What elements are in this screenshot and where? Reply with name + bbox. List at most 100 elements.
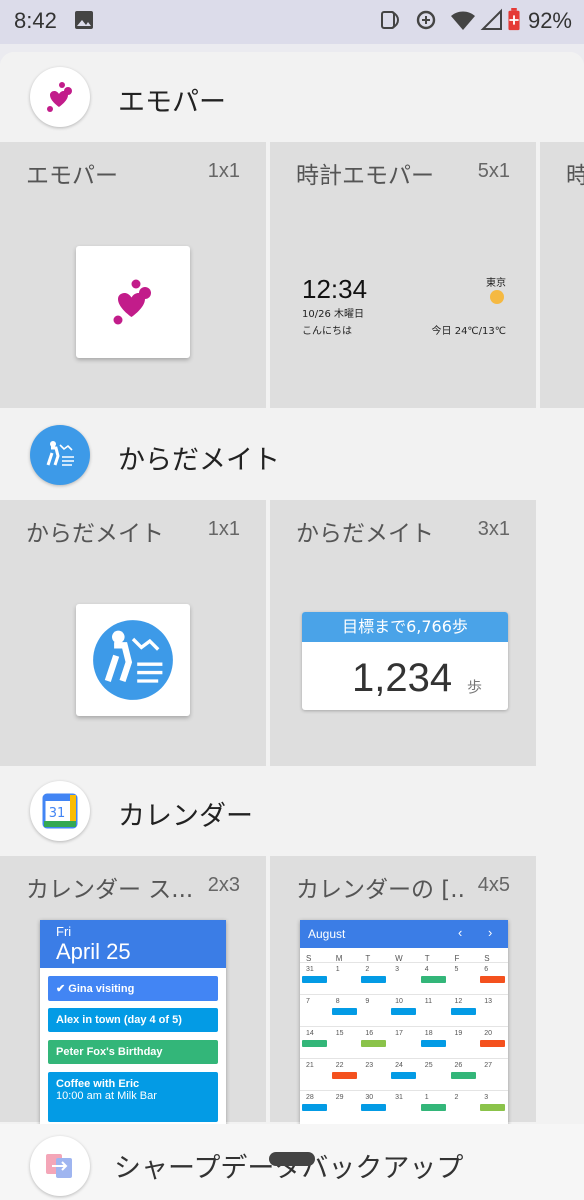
day-number: 16 <box>365 1030 374 1037</box>
day-number: 22 <box>335 1062 344 1069</box>
agenda-dow: Fri <box>56 924 72 939</box>
day-number: 10 <box>395 998 403 1005</box>
day-number: 3 <box>395 966 399 973</box>
event-chip <box>480 1104 506 1111</box>
widget-preview <box>76 246 190 358</box>
widget-row-karada: からだメイト 1x1 からだメイト 3x1 目標まで6,766歩 1,234 歩 <box>0 500 584 766</box>
widget-name: カレンダーの [... <box>296 877 466 903</box>
event-chip <box>361 1040 387 1047</box>
widget-name: 時計エモパー <box>296 163 434 189</box>
event-chip <box>331 1008 357 1015</box>
event-chip <box>302 1040 327 1047</box>
widget-tile-partial[interactable]: 時 <box>540 142 584 408</box>
day-number: 20 <box>484 1030 492 1037</box>
grid-line <box>300 962 508 963</box>
day-number: 19 <box>454 1030 463 1037</box>
status-bar: 8:42 92% <box>0 0 584 44</box>
day-number: 29 <box>335 1094 344 1101</box>
gallery-icon <box>75 11 93 29</box>
app-header-emopa: エモパー <box>0 52 584 142</box>
widget-tile-karada-1x1[interactable]: からだメイト 1x1 <box>0 500 266 766</box>
day-number: 2 <box>365 966 370 973</box>
month-name: August <box>308 927 346 941</box>
day-number: 2 <box>454 1094 459 1101</box>
month-preview: August ‹ › S M T W T F S 31 1 2 3 4 5 6 7 8 9 10 11 12 13 14 1… <box>300 920 508 1130</box>
day-number: 6 <box>484 966 489 973</box>
step-goal: 目標まで6,766歩 <box>302 612 508 642</box>
nfc-icon <box>381 11 400 29</box>
signal-icon <box>480 8 502 30</box>
widget-size: 2x3 <box>207 874 240 896</box>
widget-preview <box>76 604 190 716</box>
karada-mate-app-icon <box>30 425 90 485</box>
event-chip <box>302 976 327 983</box>
step-counter-preview: 目標まで6,766歩 1,234 歩 <box>302 612 508 710</box>
day-number: 3 <box>484 1094 489 1101</box>
agenda-event: ✔ Gina visiting <box>48 976 218 1001</box>
widget-tile-calendar-month[interactable]: カレンダーの [... 4x5 August ‹ › S M T W T F S 31 1 2 3 4… <box>270 856 536 1130</box>
widget-size: 1x1 <box>207 160 240 182</box>
battery-percent: 92% <box>527 8 572 33</box>
agenda-event-sub: 10:00 am at Milk Bar <box>56 1090 157 1102</box>
widget-name: エモパー <box>26 163 118 189</box>
step-count: 1,234 <box>352 656 453 700</box>
event-chip <box>302 1104 327 1111</box>
chevron-left-icon: ‹ <box>458 925 463 940</box>
month-header: August ‹ › <box>300 920 508 948</box>
widget-tile-emopa-1x1[interactable]: エモパー 1x1 <box>0 142 266 408</box>
walking-person-icon <box>93 620 173 700</box>
emopa-heart-icon <box>113 279 151 325</box>
chevron-right-icon: › <box>488 925 493 940</box>
event-chip <box>391 1008 417 1015</box>
day-number: 8 <box>335 998 340 1005</box>
event-chip <box>420 1104 446 1111</box>
widget-size: 5x1 <box>477 160 510 182</box>
sunny-icon <box>490 290 504 304</box>
event-chip <box>361 1104 387 1111</box>
event-chip <box>480 976 506 983</box>
calendar-app-icon: 31 <box>30 781 90 841</box>
step-unit: 歩 <box>467 678 483 696</box>
data-saver-icon <box>416 10 436 30</box>
clock-date: 10/26 木曜日 <box>302 309 364 320</box>
widget-tile-karada-3x1[interactable]: からだメイト 3x1 目標まで6,766歩 1,234 歩 <box>270 500 536 766</box>
clock-time: 12:34 <box>302 274 368 304</box>
event-chip <box>391 1072 417 1079</box>
battery-icon <box>508 8 520 31</box>
gesture-nav-handle[interactable] <box>269 1152 315 1166</box>
agenda-event-title: Coffee with Eric <box>56 1078 140 1090</box>
event-chip <box>361 976 387 983</box>
agenda-event: Peter Fox's Birthday <box>48 1040 218 1064</box>
widget-tile-calendar-agenda[interactable]: カレンダー ス... 2x3 Fri April 25 ✔ Gina visit… <box>0 856 266 1130</box>
day-number: 28 <box>306 1094 314 1101</box>
day-number: 15 <box>335 1030 344 1037</box>
grid-line <box>300 994 508 995</box>
app-title: からだメイト <box>118 445 280 476</box>
event-chip <box>450 1008 476 1015</box>
widget-picker-sheet[interactable]: エモパー エモパー 1x1 時計エモパー 5x1 12:34 10/26 木曜日… <box>0 52 584 1200</box>
event-chip <box>420 976 446 983</box>
agenda-preview: Fri April 25 ✔ Gina visiting Alex in tow… <box>40 920 226 1130</box>
day-number: 26 <box>454 1062 463 1069</box>
widget-tile-clock-emopa[interactable]: 時計エモパー 5x1 12:34 10/26 木曜日 こんにちは 東京 今日 2… <box>270 142 536 408</box>
app-title: カレンダー <box>118 801 253 832</box>
app-header-karada: からだメイト <box>0 410 584 500</box>
day-number: 14 <box>306 1030 314 1037</box>
widget-row-calendar: カレンダー ス... 2x3 Fri April 25 ✔ Gina visit… <box>0 856 584 1130</box>
app-title: エモパー <box>118 87 226 118</box>
clock-greeting: こんにちは <box>302 326 352 337</box>
clock-city: 東京 <box>486 278 506 289</box>
day-number: 21 <box>306 1062 314 1069</box>
widget-row-emopa: エモパー 1x1 時計エモパー 5x1 12:34 10/26 木曜日 こんにち… <box>0 142 584 408</box>
agenda-date: April 25 <box>56 939 131 964</box>
day-number: 17 <box>395 1030 403 1037</box>
day-number: 30 <box>365 1094 374 1101</box>
event-chip <box>480 1040 506 1047</box>
day-number: 13 <box>484 998 492 1005</box>
widget-name: からだメイト <box>26 521 164 547</box>
widget-size: 4x5 <box>477 874 510 896</box>
day-number: 31 <box>306 966 314 973</box>
event-chip <box>331 1072 357 1079</box>
day-number: 12 <box>454 998 463 1005</box>
grid-line <box>300 1090 508 1091</box>
